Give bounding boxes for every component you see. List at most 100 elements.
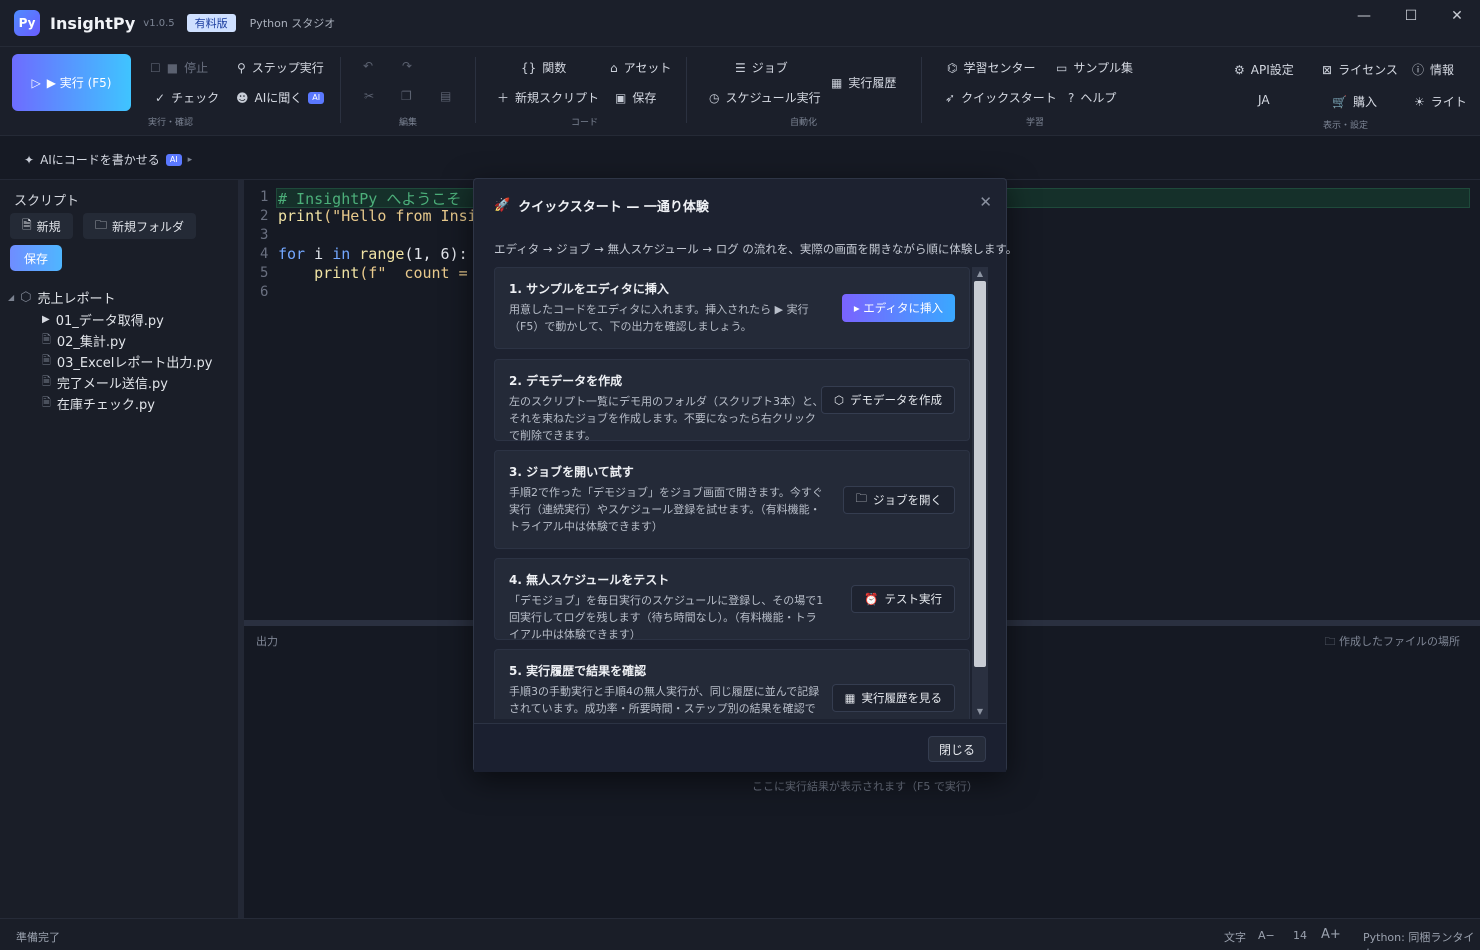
- line-number: 5: [260, 265, 269, 281]
- tree-folder[interactable]: ◢ ⬡ 売上レポート: [8, 288, 116, 307]
- font-size-label: 文字: [1224, 931, 1246, 944]
- purchase-button[interactable]: 🛒 購入: [1332, 93, 1377, 110]
- font-decrease-button[interactable]: A−: [1258, 929, 1275, 942]
- dialog-close-icon[interactable]: ✕: [979, 193, 992, 211]
- step-description: 手順2で作った「デモジョブ」をジョブ画面で開きます。今すぐ実行（連続実行）やスケ…: [509, 486, 823, 533]
- learning-center-button[interactable]: ⌬ 学習センター: [947, 59, 1036, 76]
- code-token: (f" count =: [359, 264, 468, 282]
- chart-icon: ▦: [844, 691, 856, 705]
- tree-item-label: 01_データ取得.py: [55, 314, 164, 329]
- quickstart-button[interactable]: ➶ クイックスタート: [945, 89, 1057, 106]
- functions-button[interactable]: {} 関数: [521, 59, 566, 76]
- theme-toggle[interactable]: ☀ ライト: [1414, 93, 1467, 110]
- view-history-label: 実行履歴を見る: [861, 691, 943, 705]
- alarm-icon: ⏰: [864, 592, 879, 606]
- app-name: InsightPy: [50, 13, 136, 33]
- new-script-button[interactable]: ＋ 新規スクリプト: [497, 89, 599, 106]
- view-history-button[interactable]: ▦ 実行履歴を見る: [831, 684, 955, 712]
- sidebar-title: スクリプト: [14, 194, 80, 209]
- tree-item-label: 完了メール送信.py: [56, 377, 168, 392]
- check-icon: ✓: [155, 90, 166, 105]
- dialog-close-button[interactable]: 閉じる: [927, 736, 986, 762]
- scrollbar-thumb[interactable]: [974, 281, 986, 667]
- scroll-up-icon[interactable]: ▲: [972, 267, 988, 281]
- redo-button[interactable]: ↷: [402, 59, 412, 73]
- app-version: v1.0.5: [143, 17, 175, 29]
- api-settings-button[interactable]: ⚙ API設定: [1234, 61, 1294, 78]
- sidebar-save-button[interactable]: 保存: [10, 245, 62, 271]
- collapse-icon: ◢: [8, 293, 15, 302]
- rocket-icon: ➶: [945, 90, 956, 105]
- assets-button[interactable]: ⌂ アセット: [610, 59, 671, 76]
- group-label-automation: 自動化: [790, 118, 818, 128]
- step-run-button[interactable]: ⚲ ステップ実行: [237, 59, 324, 76]
- list-icon: ☰: [735, 60, 746, 75]
- play-icon: ▶: [42, 314, 50, 325]
- run-button-label: ▶ 実行 (F5): [46, 76, 112, 90]
- step-description: 「デモジョブ」を毎日実行のスケジュールに登録し、その場で1回実行してログを残しま…: [509, 594, 824, 641]
- functions-label: 関数: [542, 61, 567, 75]
- output-hint: ここに実行結果が表示されます（F5 で実行）: [752, 780, 978, 793]
- new-folder-label: 新規フォルダ: [112, 219, 185, 234]
- tree-item[interactable]: ▶ 01_データ取得.py: [42, 310, 164, 329]
- dialog-title: 🚀 クイックスタート — 一通り体験: [494, 196, 709, 215]
- runtime-label: Python: 同梱ランタイム: [1363, 931, 1475, 950]
- dialog-title-text: クイックスタート — 一通り体験: [518, 200, 709, 215]
- samples-button[interactable]: ▭ サンプル集: [1056, 59, 1133, 76]
- new-folder-button[interactable]: 🗀 新規フォルダ: [83, 213, 197, 239]
- license-button[interactable]: ⊠ ライセンス: [1322, 61, 1398, 78]
- code-token: in: [332, 245, 351, 263]
- tree-item-label: 02_集計.py: [56, 335, 126, 350]
- check-button[interactable]: ✓ チェック: [155, 89, 219, 106]
- open-job-button[interactable]: 🗀 ジョブを開く: [842, 486, 955, 514]
- cut-icon: ✂: [364, 89, 375, 103]
- line-gutter: 1 2 3 4 5 6: [244, 180, 276, 620]
- tree-item[interactable]: 🗎 在庫チェック.py: [42, 394, 155, 413]
- output-label: 出力: [256, 635, 278, 648]
- run-button[interactable]: ▷ ▶ 実行 (F5): [12, 54, 131, 111]
- language-selector[interactable]: JA: [1258, 93, 1270, 107]
- schedule-run-label: スケジュール実行: [725, 91, 821, 105]
- tree-item[interactable]: 🗎 03_Excelレポート出力.py: [42, 352, 212, 371]
- maximize-button[interactable]: ☐: [1391, 8, 1431, 28]
- insert-into-editor-button[interactable]: ▸ エディタに挿入: [841, 294, 955, 322]
- schedule-run-button[interactable]: ◷ スケジュール実行: [709, 89, 821, 106]
- cut-button[interactable]: ✂: [364, 89, 374, 103]
- lock-icon: ⌂: [610, 60, 618, 75]
- stop-button[interactable]: ☐ ■ 停止: [150, 59, 208, 76]
- tree-item[interactable]: 🗎 02_集計.py: [42, 331, 126, 350]
- new-file-button[interactable]: 🗎 新規: [10, 213, 73, 239]
- info-button[interactable]: ⓘ 情報: [1412, 61, 1454, 78]
- create-demo-data-button[interactable]: ⬡ デモデータを作成: [820, 386, 955, 414]
- jobs-button[interactable]: ☰ ジョブ: [735, 59, 788, 76]
- help-button[interactable]: ? ヘルプ: [1068, 89, 1116, 106]
- paste-button[interactable]: ▤: [440, 89, 451, 103]
- ask-ai-button[interactable]: ☻ AIに聞く AI: [236, 89, 325, 106]
- undo-button[interactable]: ↶: [363, 59, 373, 73]
- code-token: (1, 6):: [404, 245, 468, 263]
- code-line: for i in range(1, 6):: [278, 245, 468, 263]
- minimize-button[interactable]: —: [1344, 8, 1384, 28]
- ribbon-divider: [686, 57, 687, 123]
- ask-ai-label: AIに聞く: [254, 91, 303, 105]
- language-label: JA: [1258, 93, 1270, 107]
- open-files-location-link[interactable]: 🗀 作成したファイルの場所: [1325, 633, 1461, 652]
- ai-write-code-button[interactable]: ✦ AIにコードを書かせる AI ▸: [24, 151, 192, 168]
- test-run-button[interactable]: ⏰ テスト実行: [851, 585, 955, 613]
- test-run-label: テスト実行: [884, 592, 943, 606]
- save-ribbon-button[interactable]: ▣ 保存: [615, 89, 656, 106]
- assets-label: アセット: [623, 61, 672, 75]
- copy-button[interactable]: ❐: [401, 89, 412, 103]
- close-window-button[interactable]: ✕: [1437, 8, 1477, 28]
- history-label: 実行履歴: [848, 76, 897, 90]
- help-label: ヘルプ: [1080, 91, 1117, 105]
- steps-scrollbar[interactable]: ▲ ▼: [972, 267, 988, 719]
- tree-item[interactable]: 🗎 完了メール送信.py: [42, 373, 168, 392]
- new-file-label: 新規: [36, 219, 61, 234]
- scroll-down-icon[interactable]: ▼: [972, 705, 988, 719]
- step-description: 手順3の手動実行と手順4の無人実行が、同じ履歴に並んで記録されています。成功率・…: [509, 685, 820, 715]
- folder-icon: 🗀: [95, 217, 108, 232]
- history-button[interactable]: ▦ 実行履歴: [831, 74, 896, 91]
- font-increase-button[interactable]: A+: [1321, 927, 1341, 942]
- code-line: # InsightPy へようこそ: [278, 190, 462, 208]
